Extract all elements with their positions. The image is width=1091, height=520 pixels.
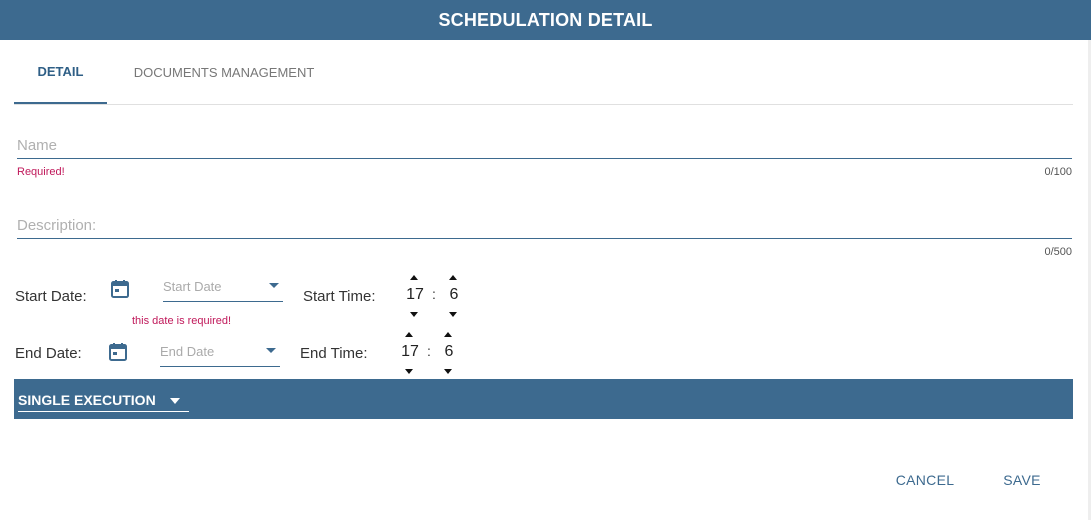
start-date-label: Start Date: (15, 288, 87, 305)
execution-type-select[interactable]: SINGLE EXECUTION (18, 389, 189, 412)
calendar-icon[interactable] (108, 342, 128, 362)
name-error: Required! (17, 166, 65, 178)
start-time-label: Start Time: (303, 288, 376, 305)
tab-documents-management[interactable]: DOCUMENTS MANAGEMENT (120, 40, 328, 104)
end-date-select[interactable]: End Date (160, 337, 280, 367)
chevron-down-icon (170, 398, 180, 404)
end-hour-stepper[interactable]: 17 (400, 331, 420, 376)
cancel-button[interactable]: CANCEL (892, 468, 958, 492)
chevron-down-icon (266, 348, 276, 353)
increment-icon[interactable] (405, 332, 413, 337)
decrement-icon[interactable] (449, 312, 457, 317)
description-input[interactable] (17, 207, 1072, 239)
chevron-down-icon (269, 283, 279, 288)
end-hour-value[interactable]: 17 (400, 343, 420, 361)
name-input[interactable] (17, 127, 1072, 159)
decrement-icon[interactable] (444, 369, 452, 374)
tab-documents-management-label: DOCUMENTS MANAGEMENT (133, 64, 315, 80)
description-char-counter: 0/500 (1044, 246, 1072, 258)
time-separator: : (432, 286, 436, 302)
end-date-label: End Date: (15, 345, 82, 362)
description-field-group: 0/500 (17, 207, 1072, 262)
name-char-counter: 0/100 (1044, 166, 1072, 178)
end-minute-stepper[interactable]: 6 (439, 331, 459, 376)
dialog-title: SCHEDULATION DETAIL (438, 9, 653, 30)
dialog-header: SCHEDULATION DETAIL (0, 0, 1091, 40)
decrement-icon[interactable] (405, 369, 413, 374)
start-date-error: this date is required! (132, 315, 232, 327)
start-minute-stepper[interactable]: 6 (444, 274, 464, 319)
tab-bar: DETAIL DOCUMENTS MANAGEMENT (14, 40, 1073, 105)
end-time-label: End Time: (300, 345, 368, 362)
execution-type-bar: SINGLE EXECUTION (14, 379, 1073, 419)
end-minute-value[interactable]: 6 (439, 343, 459, 361)
end-date-placeholder: End Date (160, 344, 215, 359)
start-hour-value[interactable]: 17 (405, 286, 425, 304)
increment-icon[interactable] (449, 275, 457, 280)
tab-detail[interactable]: DETAIL (14, 40, 107, 104)
start-minute-value[interactable]: 6 (444, 286, 464, 304)
start-date-select[interactable]: Start Date (163, 272, 283, 302)
name-field-group: Required! 0/100 (17, 127, 1072, 182)
start-hour-stepper[interactable]: 17 (405, 274, 425, 319)
execution-type-value: SINGLE EXECUTION (18, 392, 156, 408)
start-date-placeholder: Start Date (163, 279, 222, 294)
increment-icon[interactable] (410, 275, 418, 280)
time-separator: : (427, 343, 431, 359)
save-button[interactable]: SAVE (998, 468, 1046, 492)
calendar-icon[interactable] (110, 279, 130, 299)
tab-detail-label: DETAIL (37, 63, 84, 79)
increment-icon[interactable] (444, 332, 452, 337)
decrement-icon[interactable] (410, 312, 418, 317)
